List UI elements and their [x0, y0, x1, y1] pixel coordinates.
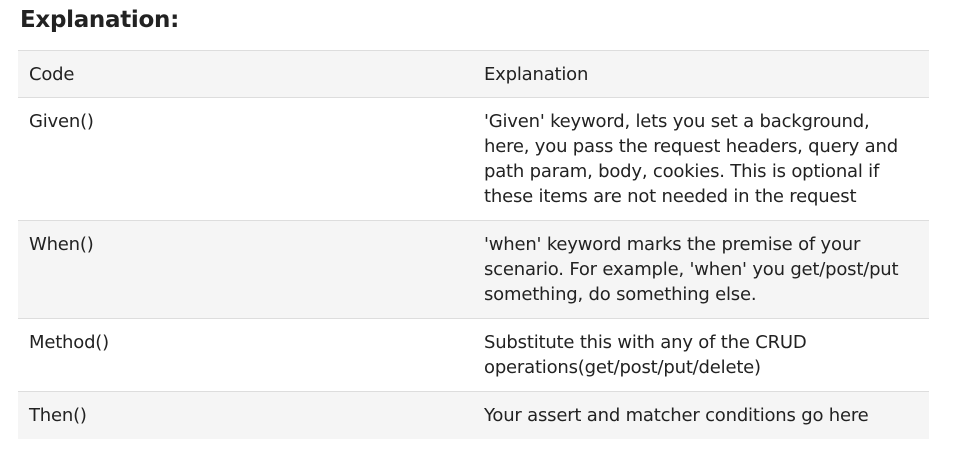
explanation-table: Code Explanation Given() 'Given' keyword…: [18, 50, 929, 439]
code-cell: When(): [18, 220, 473, 319]
column-header-code: Code: [18, 50, 473, 98]
code-cell: Then(): [18, 391, 473, 439]
explanation-cell: Your assert and matcher conditions go he…: [473, 391, 929, 439]
table-header-row: Code Explanation: [18, 50, 929, 98]
explanation-cell: 'Given' keyword, lets you set a backgrou…: [473, 97, 929, 221]
section-heading: Explanation:: [20, 7, 179, 33]
table-row: Given() 'Given' keyword, lets you set a …: [18, 97, 929, 221]
code-cell: Method(): [18, 318, 473, 392]
code-cell: Given(): [18, 97, 473, 221]
table-row: When() 'when' keyword marks the premise …: [18, 220, 929, 319]
table-body: Given() 'Given' keyword, lets you set a …: [18, 97, 929, 439]
table-row: Then() Your assert and matcher condition…: [18, 391, 929, 439]
table-header: Code Explanation: [18, 50, 929, 98]
table-row: Method() Substitute this with any of the…: [18, 318, 929, 392]
explanation-cell: Substitute this with any of the CRUD ope…: [473, 318, 929, 392]
explanation-cell: 'when' keyword marks the premise of your…: [473, 220, 929, 319]
column-header-explanation: Explanation: [473, 50, 929, 98]
